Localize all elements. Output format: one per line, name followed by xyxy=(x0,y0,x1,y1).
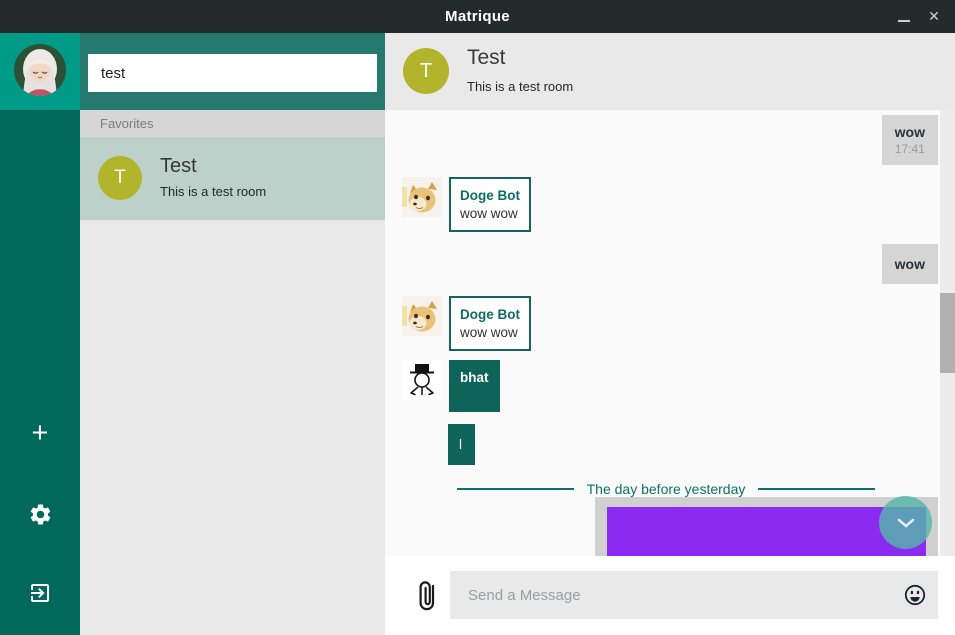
message-row-remote: wow xyxy=(385,244,938,284)
message-bubble: Doge Bot wow wow xyxy=(449,177,531,232)
emoji-button[interactable] xyxy=(903,583,927,607)
close-button[interactable]: ✕ xyxy=(921,0,947,33)
bhat-avatar xyxy=(402,360,442,400)
scrollbar-thumb[interactable] xyxy=(940,293,955,373)
section-header-favorites: Favorites xyxy=(80,110,385,137)
message-row-bot: Doge Bot wow wow xyxy=(402,296,955,351)
composer xyxy=(385,556,955,635)
plus-icon: + xyxy=(32,419,49,448)
message-text: wow wow xyxy=(460,324,520,342)
chat-room-avatar: T xyxy=(403,48,449,94)
attach-button[interactable] xyxy=(416,577,437,618)
paperclip-icon xyxy=(416,577,437,613)
minimize-icon xyxy=(898,20,910,22)
exit-icon xyxy=(28,581,52,605)
message-bubble: bhat xyxy=(449,360,500,412)
user-avatar-image xyxy=(14,44,66,96)
smiley-icon xyxy=(903,583,927,607)
message-text: wow xyxy=(895,123,925,141)
message-sender: Doge Bot xyxy=(460,186,520,205)
doge-avatar-image xyxy=(402,177,442,217)
chat-header: T Test This is a test room xyxy=(385,33,955,110)
message-row-remote: wow 17:41 xyxy=(385,115,938,165)
message-list: wow 17:41 Doge Bot wow wow wow xyxy=(385,110,955,556)
titlebar: Matrique ✕ xyxy=(0,0,955,33)
left-rail: + xyxy=(0,33,80,635)
add-room-button[interactable]: + xyxy=(16,411,64,459)
doge-avatar-image xyxy=(402,296,442,336)
doge-bot-avatar xyxy=(402,296,442,336)
divider-line xyxy=(457,488,574,490)
message-row-image xyxy=(385,497,938,556)
rail-avatar-block xyxy=(0,33,80,110)
chat-panel: T Test This is a test room wow 17:41 xyxy=(385,33,955,635)
doge-bot-avatar xyxy=(402,177,442,217)
room-list-panel: Favorites T Test This is a test room xyxy=(80,33,385,635)
message-row-self: bhat xyxy=(402,360,955,412)
message-row-bot: Doge Bot wow wow xyxy=(402,177,955,232)
message-field xyxy=(450,571,938,619)
window-title: Matrique xyxy=(0,0,955,33)
room-topic: This is a test room xyxy=(160,184,266,199)
divider-line xyxy=(758,488,875,490)
message-text xyxy=(460,387,489,404)
search-header xyxy=(80,33,385,110)
bhat-avatar-image xyxy=(402,360,442,400)
message-sender: Doge Bot xyxy=(460,305,520,324)
room-name: Test xyxy=(160,155,197,178)
day-divider: The day before yesterday xyxy=(457,481,875,497)
message-bubble: Doge Bot wow wow xyxy=(449,296,531,351)
message-text: l xyxy=(459,436,464,453)
chevron-down-icon xyxy=(897,518,915,528)
chat-room-title: Test xyxy=(467,46,506,70)
room-avatar: T xyxy=(98,156,142,200)
divider-label: The day before yesterday xyxy=(587,481,746,497)
app-window: Matrique ✕ xyxy=(0,0,955,635)
message-timestamp: 17:41 xyxy=(895,142,925,157)
settings-button[interactable] xyxy=(16,490,64,538)
message-text: wow wow xyxy=(460,205,520,223)
message-bubble: wow 17:41 xyxy=(882,115,938,165)
scrollbar-track[interactable] xyxy=(940,110,955,556)
search-input[interactable] xyxy=(88,54,377,92)
message-sender: bhat xyxy=(460,368,489,387)
message-text: wow xyxy=(895,255,925,273)
message-bubble: wow xyxy=(882,244,938,284)
chat-room-subtitle: This is a test room xyxy=(467,79,573,94)
gear-icon xyxy=(28,502,53,527)
logout-button[interactable] xyxy=(16,569,64,617)
message-row-self: l xyxy=(448,424,955,465)
user-avatar[interactable] xyxy=(14,44,66,96)
scroll-to-bottom-button[interactable] xyxy=(879,496,932,549)
close-icon: ✕ xyxy=(928,8,940,25)
message-input[interactable] xyxy=(450,571,938,619)
minimize-button[interactable] xyxy=(891,0,917,33)
message-bubble: l xyxy=(448,424,475,465)
image-attachment[interactable] xyxy=(607,507,926,556)
room-list-item-test[interactable]: T Test This is a test room xyxy=(80,137,385,220)
